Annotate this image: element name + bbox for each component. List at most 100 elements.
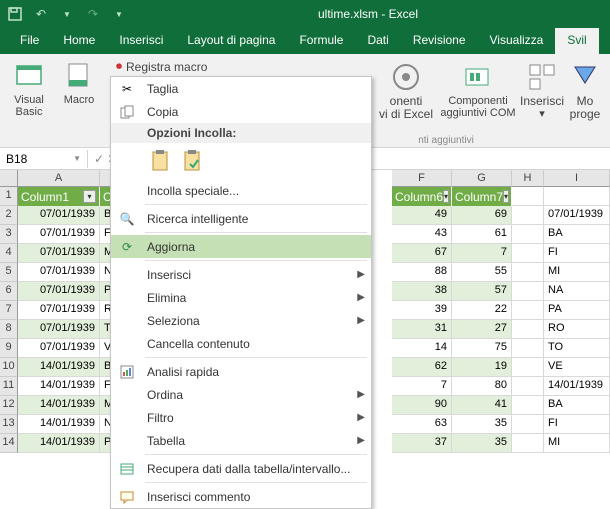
name-box-input[interactable] [6,152,66,166]
row-header[interactable]: 10 [0,358,18,377]
tab-view[interactable]: Visualizza [478,28,556,54]
app-addins-button[interactable]: onentivi di Excel [374,57,438,125]
ctx-cut[interactable]: ✂ Taglia [111,77,371,100]
cell[interactable]: 14 [392,339,452,358]
row-header[interactable]: 8 [0,320,18,339]
cell[interactable]: MI [544,263,610,282]
save-icon[interactable] [4,3,26,25]
cell[interactable]: 07/01/1939 [18,301,100,320]
row-header[interactable]: 12 [0,396,18,415]
cell[interactable] [512,396,544,415]
cell[interactable]: 27 [452,320,512,339]
cell[interactable] [512,377,544,396]
tab-developer[interactable]: Svil [555,28,598,54]
cell[interactable]: 35 [452,415,512,434]
col-header[interactable]: F [392,170,452,187]
cell[interactable]: 14/01/1939 [18,377,100,396]
tab-home[interactable]: Home [51,28,107,54]
row-header[interactable]: 9 [0,339,18,358]
cell[interactable]: FI [544,244,610,263]
cell[interactable]: 07/01/1939 [18,263,100,282]
row-header[interactable]: 3 [0,225,18,244]
col-header[interactable]: A [18,170,100,187]
chevron-down-icon[interactable]: ▼ [73,154,81,163]
record-macro-button[interactable]: ⏺ Registra macro [112,58,211,75]
filter-icon[interactable]: ▾ [503,190,509,203]
ctx-insert[interactable]: Inserisci ▶ [111,263,371,286]
cell[interactable]: 43 [392,225,452,244]
visual-basic-button[interactable]: Visual Basic [4,56,54,122]
cell[interactable]: 49 [392,206,452,225]
cell[interactable]: 07/01/1939 [18,339,100,358]
tab-data[interactable]: Dati [355,28,400,54]
cell[interactable]: FI [544,415,610,434]
qat-customize-icon[interactable]: ▼ [108,3,130,25]
tab-file[interactable]: File [8,28,51,54]
cell[interactable]: BA [544,396,610,415]
cell[interactable] [512,320,544,339]
cell[interactable]: 80 [452,377,512,396]
table-header[interactable]: Column6▾ [392,187,452,206]
cell[interactable]: 55 [452,263,512,282]
cell[interactable]: 14/01/1939 [18,415,100,434]
row-header[interactable]: 11 [0,377,18,396]
ctx-quick-analysis[interactable]: Analisi rapida [111,360,371,383]
cell[interactable]: 14/01/1939 [544,377,610,396]
cell[interactable]: NA [544,282,610,301]
cell[interactable]: 19 [452,358,512,377]
cell[interactable] [512,206,544,225]
qat-dropdown-icon[interactable]: ▼ [56,3,78,25]
redo-icon[interactable]: ↷ [82,3,104,25]
insert-control-button[interactable]: Inserisci▾ [518,57,566,125]
cell[interactable]: 37 [392,434,452,453]
table-header[interactable]: Column1▾ [18,187,100,206]
row-header[interactable]: 2 [0,206,18,225]
cell[interactable] [512,358,544,377]
row-header[interactable]: 4 [0,244,18,263]
cell[interactable]: 22 [452,301,512,320]
row-header[interactable]: 5 [0,263,18,282]
table-header[interactable]: Column7▾ [452,187,512,206]
cell[interactable]: 35 [452,434,512,453]
cell[interactable] [512,244,544,263]
cell[interactable]: 7 [392,377,452,396]
cell[interactable]: 07/01/1939 [18,206,100,225]
cell[interactable]: 07/01/1939 [18,244,100,263]
ctx-select[interactable]: Seleziona ▶ [111,309,371,332]
paste-option-1[interactable] [147,147,175,175]
tab-insert[interactable]: Inserisci [107,28,175,54]
cell[interactable]: 61 [452,225,512,244]
cell[interactable]: 57 [452,282,512,301]
ctx-smart-lookup[interactable]: 🔍 Ricerca intelligente [111,207,371,230]
undo-icon[interactable]: ↶ [30,3,52,25]
tab-layout[interactable]: Layout di pagina [175,28,287,54]
ctx-paste-special[interactable]: Incolla speciale... [111,179,371,202]
cell[interactable]: 88 [392,263,452,282]
cell[interactable]: 14/01/1939 [18,396,100,415]
cell[interactable]: MI [544,434,610,453]
cell[interactable] [512,282,544,301]
cell[interactable] [512,434,544,453]
tab-review[interactable]: Revisione [401,28,478,54]
cell[interactable]: 07/01/1939 [544,206,610,225]
name-box[interactable]: ▼ [0,150,88,168]
cell[interactable]: 41 [452,396,512,415]
cell[interactable] [512,339,544,358]
ctx-sort[interactable]: Ordina ▶ [111,383,371,406]
col-header[interactable]: I [544,170,610,187]
com-addins-button[interactable]: Componenti aggiuntivi COM [438,57,518,125]
col-header[interactable]: G [452,170,512,187]
row-header[interactable]: 7 [0,301,18,320]
cell[interactable] [512,263,544,282]
col-header[interactable] [0,170,18,187]
ctx-table[interactable]: Tabella ▶ [111,429,371,452]
cell[interactable]: RO [544,320,610,339]
cell[interactable]: 31 [392,320,452,339]
row-header[interactable]: 13 [0,415,18,434]
ctx-insert-comment[interactable]: Inserisci commento [111,485,371,508]
cell[interactable]: PA [544,301,610,320]
ctx-get-data[interactable]: Recupera dati dalla tabella/intervallo..… [111,457,371,480]
cell[interactable]: 7 [452,244,512,263]
cell[interactable]: BA [544,225,610,244]
cell[interactable]: 07/01/1939 [18,282,100,301]
